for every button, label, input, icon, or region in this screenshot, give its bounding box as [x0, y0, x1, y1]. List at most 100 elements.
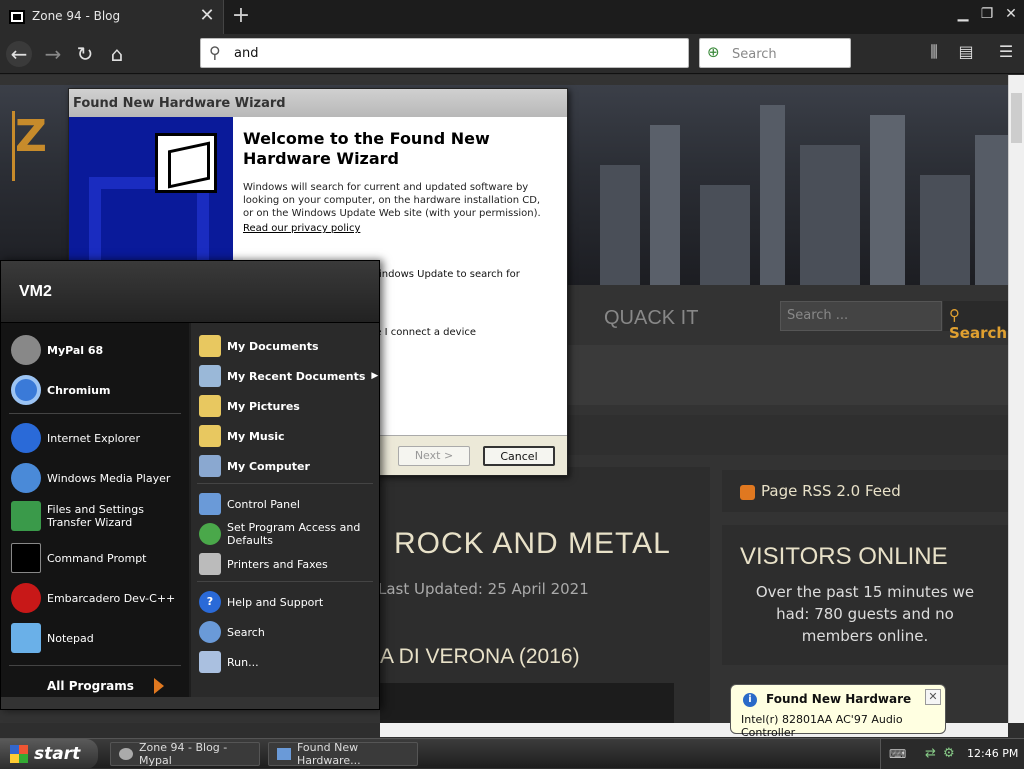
search-icon: ⚲ [209, 43, 221, 62]
cancel-button[interactable]: Cancel [483, 446, 555, 466]
taskbar-item-browser[interactable]: Zone 94 - Blog - Mypal [110, 741, 260, 767]
sidebar-icon[interactable]: ▤ [954, 42, 978, 66]
program-access-item[interactable]: Set Program Access and Defaults [199, 521, 375, 547]
network-icon[interactable]: ⇄ [925, 746, 936, 761]
restore-icon[interactable]: ❐ [976, 6, 998, 28]
my-music-item[interactable]: My Music [199, 425, 285, 447]
wizard-option-text: ne I connect a device [369, 327, 476, 338]
favicon-icon [9, 10, 25, 24]
keyboard-icon[interactable]: ⌨ [889, 747, 906, 761]
wizard-description: Windows will search for current and upda… [243, 182, 541, 219]
forward-icon[interactable]: → [40, 41, 66, 67]
my-pictures-item[interactable]: My Pictures [199, 395, 300, 417]
internet-explorer-item[interactable]: Internet Explorer [11, 423, 140, 453]
rss-widget: Page RSS 2.0 Feed [722, 470, 1008, 512]
back-icon[interactable]: ← [6, 41, 32, 67]
search-item[interactable]: Search [199, 621, 265, 643]
post-image[interactable] [380, 683, 674, 723]
close-tab-icon[interactable]: ✕ [198, 5, 216, 27]
windows-logo-icon [10, 745, 28, 763]
tab-title: Zone 94 - Blog [32, 9, 121, 23]
search-icon [199, 621, 221, 643]
new-tab-icon[interactable]: + [230, 3, 252, 29]
site-search-button[interactable]: ⚲ Search [943, 301, 1008, 342]
search-placeholder: Search [732, 47, 777, 62]
devcpp-item[interactable]: Embarcadero Dev-C++ [11, 583, 175, 613]
tab-zone94[interactable]: Zone 94 - Blog ✕ [0, 0, 224, 34]
home-icon[interactable]: ⌂ [104, 41, 130, 67]
pictures-folder-icon [199, 395, 221, 417]
browser-search-box[interactable]: ⊕ Search [699, 38, 851, 68]
chevron-right-icon: ▶ [371, 371, 379, 381]
help-support-item[interactable]: ? Help and Support [199, 591, 323, 613]
visitors-widget: VISITORS ONLINE Over the past 15 minutes… [722, 525, 1008, 665]
site-logo[interactable]: Z [12, 111, 68, 181]
user-name: VM2 [19, 283, 52, 300]
notepad-icon [11, 623, 41, 653]
rss-link[interactable]: Page RSS 2.0 Feed [761, 482, 901, 500]
library-icon[interactable]: ⫼ [922, 42, 946, 66]
minimize-icon[interactable]: ▁ [952, 6, 974, 28]
start-button[interactable]: start [0, 739, 98, 769]
url-text: and [234, 46, 259, 61]
program-access-icon [199, 523, 221, 545]
menu-icon[interactable]: ☰ [994, 42, 1018, 66]
my-documents-item[interactable]: My Documents [199, 335, 319, 357]
vertical-scrollbar[interactable] [1008, 75, 1024, 723]
mypal-item[interactable]: MyPal 68 [11, 335, 103, 365]
recent-documents-item[interactable]: My Recent Documents ▶ [199, 365, 378, 387]
reload-icon[interactable]: ↻ [72, 41, 98, 67]
balloon-text: Intel(r) 82801AA AC'97 Audio Controller [741, 713, 903, 739]
notification-balloon[interactable]: i Found New Hardware Intel(r) 82801AA AC… [730, 684, 946, 739]
mypal-icon [11, 335, 41, 365]
tab-bar: Zone 94 - Blog ✕ + ▁ ❐ ✕ [0, 0, 1024, 34]
balloon-title: Found New Hardware [766, 692, 912, 706]
site-search-input[interactable]: Search ... [780, 301, 942, 331]
taskbar: start Zone 94 - Blog - Mypal Found New H… [0, 738, 1024, 769]
folder-icon [199, 335, 221, 357]
taskbar-item-wizard[interactable]: Found New Hardware... [268, 741, 418, 767]
close-icon[interactable]: ✕ [925, 689, 941, 705]
info-icon: i [743, 693, 757, 707]
category-title: ROCK AND METAL [394, 527, 671, 560]
all-programs-button[interactable]: All Programs [47, 678, 164, 694]
hardware-tray-icon[interactable]: ⚙ [943, 746, 955, 761]
control-panel-icon [199, 493, 221, 515]
hardware-icon [155, 133, 217, 193]
start-menu-places: My Documents My Recent Documents ▶ My Pic… [191, 323, 379, 697]
control-panel-item[interactable]: Control Panel [199, 493, 300, 515]
files-transfer-item[interactable]: Files and Settings Transfer Wizard [11, 501, 187, 531]
help-icon: ? [199, 591, 221, 613]
window-icon [277, 748, 291, 760]
chromium-item[interactable]: Chromium [11, 375, 110, 405]
url-bar[interactable]: ⚲ and [200, 38, 689, 68]
wizard-option-text: indows Update to search for [379, 269, 520, 280]
printer-icon [199, 553, 221, 575]
arrow-right-icon [153, 678, 164, 694]
devcpp-icon [11, 583, 41, 613]
printers-item[interactable]: Printers and Faxes [199, 553, 328, 575]
visitors-title: VISITORS ONLINE [740, 543, 948, 570]
privacy-policy-link[interactable]: Read our privacy policy [243, 223, 360, 234]
notepad-item[interactable]: Notepad [11, 623, 94, 653]
transfer-wizard-icon [11, 501, 41, 531]
media-player-icon [11, 463, 41, 493]
run-item[interactable]: Run... [199, 651, 259, 673]
nav-quack-it[interactable]: QUACK IT [604, 307, 698, 330]
clock[interactable]: 12:46 PM [967, 747, 1018, 760]
navigation-toolbar: ← → ↻ ⌂ ⚲ and ⊕ Search ⫼ ▤ ☰ [0, 34, 1024, 74]
wizard-titlebar[interactable]: Found New Hardware Wizard [69, 89, 567, 117]
start-menu-header: VM2 [1, 261, 379, 323]
post-title[interactable]: A DI VERONA (2016) [380, 645, 580, 669]
visitors-text: Over the past 15 minutes we had: 780 gue… [755, 583, 975, 645]
rss-icon [740, 485, 755, 500]
media-player-item[interactable]: Windows Media Player [11, 463, 170, 493]
search-engine-icon: ⊕ [707, 43, 720, 61]
close-window-icon[interactable]: ✕ [1000, 6, 1022, 28]
run-icon [199, 651, 221, 673]
command-prompt-item[interactable]: Command Prompt [11, 543, 147, 573]
command-prompt-icon [11, 543, 41, 573]
my-computer-item[interactable]: My Computer [199, 455, 310, 477]
music-folder-icon [199, 425, 221, 447]
next-button[interactable]: Next > [398, 446, 470, 466]
